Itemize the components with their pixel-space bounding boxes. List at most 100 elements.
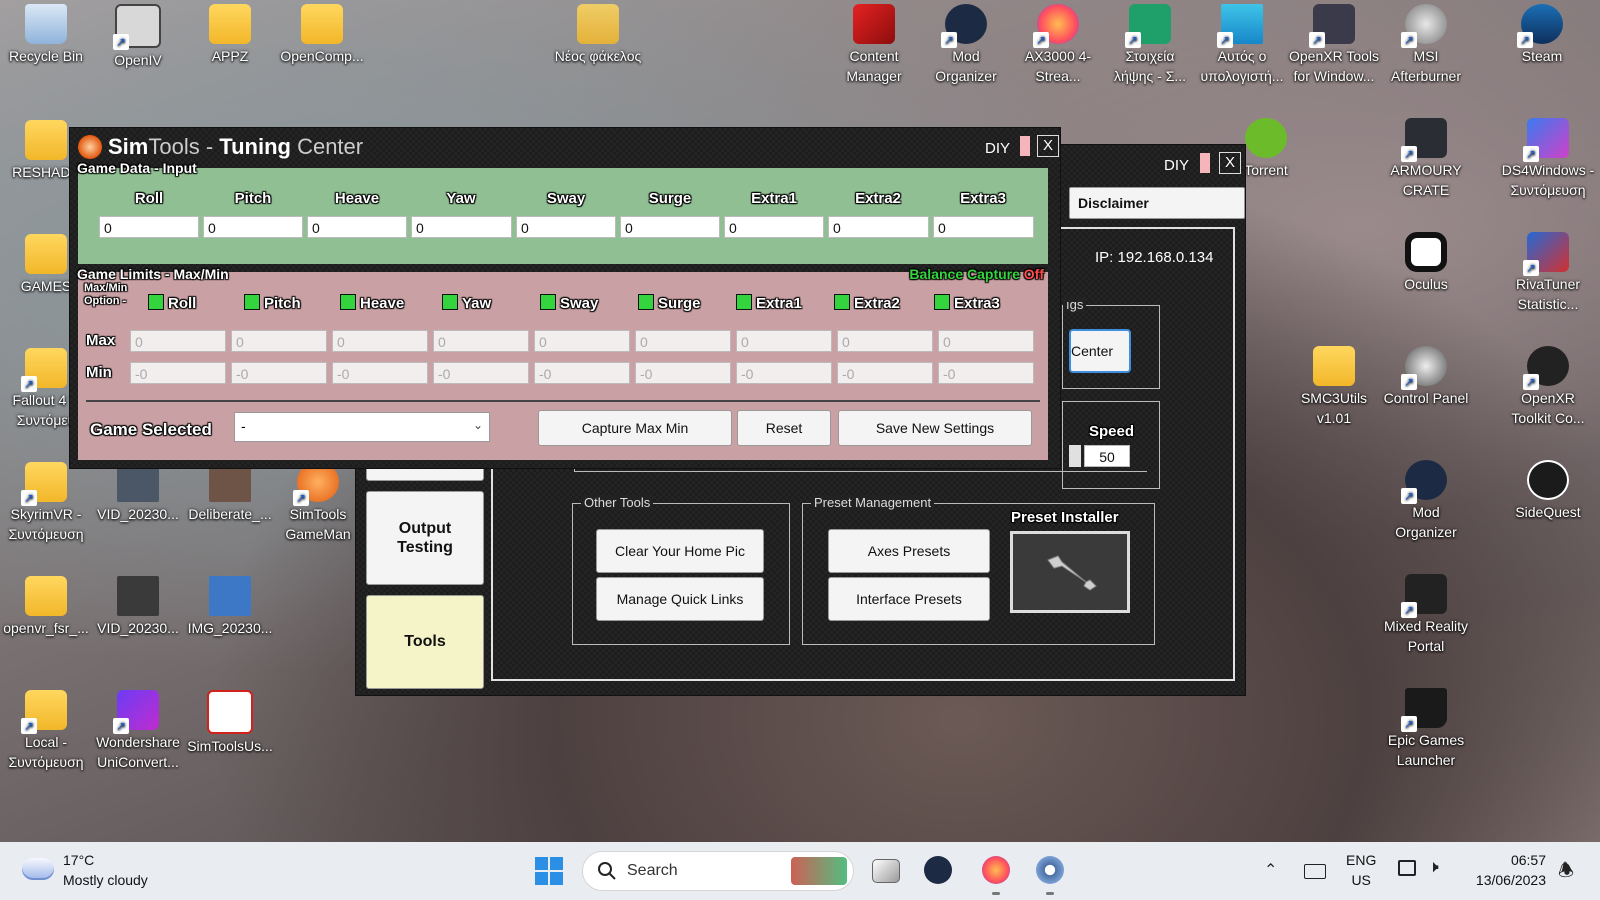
max-extra1[interactable]: 0 [736, 330, 832, 352]
checkbox-box[interactable] [340, 294, 356, 310]
desktop-icon-content-manager[interactable]: Content Manager [828, 4, 920, 86]
checkbox-box[interactable] [148, 294, 164, 310]
capture-max-min-button[interactable]: Capture Max Min [538, 410, 732, 446]
desktop-icon-ax3000[interactable]: AX3000 4-Strea... [1012, 4, 1104, 86]
checkbox-roll[interactable]: Roll [148, 294, 196, 312]
disclaimer-button[interactable]: Disclaimer [1069, 187, 1245, 219]
max-surge[interactable]: 0 [635, 330, 731, 352]
input-yaw[interactable]: 0 [411, 216, 512, 238]
max-sway[interactable]: 0 [534, 330, 630, 352]
checkbox-sway[interactable]: Sway [540, 294, 598, 312]
checkbox-box[interactable] [244, 294, 260, 310]
desktop-icon-oculus[interactable]: Oculus [1380, 232, 1472, 294]
checkbox-box[interactable] [736, 294, 752, 310]
checkbox-box[interactable] [442, 294, 458, 310]
desktop-icon-local[interactable]: Local - Συντόμευση [0, 690, 92, 772]
desktop-icon-openvr-fsr[interactable]: openvr_fsr_... [0, 576, 92, 638]
axes-presets-button[interactable]: Axes Presets [828, 529, 990, 573]
desktop-icon-video1[interactable]: VID_20230... [92, 462, 184, 524]
desktop-icon-skyrimvr[interactable]: SkyrimVR - Συντόμευση [0, 462, 92, 544]
input-extra1[interactable]: 0 [724, 216, 824, 238]
desktop-icon-mixed-reality[interactable]: Mixed Reality Portal [1380, 574, 1472, 656]
min-heave[interactable]: -0 [332, 362, 428, 384]
keyboard-icon[interactable] [1304, 864, 1326, 879]
desktop-icon-simtools-gameman[interactable]: SimTools GameMan [276, 462, 360, 544]
desktop-icon-mod-organizer-2[interactable]: Mod Organizer [1380, 460, 1472, 542]
reset-button[interactable]: Reset [737, 410, 831, 446]
desktop-icon-ds4windows[interactable]: DS4Windows - Συντόμευση [1500, 118, 1596, 200]
search-box[interactable]: Search [582, 851, 854, 891]
desktop-icon-recycle-bin[interactable]: Recycle Bin [0, 4, 92, 66]
min-roll[interactable]: -0 [130, 362, 226, 384]
desktop-icon-openxr-toolkit[interactable]: OpenXR Toolkit Co... [1500, 346, 1596, 428]
desktop-icon-simtools-pdf[interactable]: SimToolsUs... [184, 690, 276, 756]
desktop-icon-appz[interactable]: APPZ [184, 4, 276, 66]
desktop-icon-armoury-crate[interactable]: ARMOURY CRATE [1380, 118, 1472, 200]
max-extra2[interactable]: 0 [837, 330, 933, 352]
desktop-icon-steam[interactable]: Steam [1500, 4, 1584, 66]
balance-capture-status[interactable]: Balance Capture Off [909, 266, 1044, 282]
start-button[interactable] [535, 857, 563, 885]
checkbox-extra2[interactable]: Extra2 [834, 294, 900, 312]
network-icon[interactable] [1398, 860, 1416, 876]
desktop-icon-new-folder[interactable]: Νέος φάκελος [552, 4, 644, 66]
tools-button[interactable]: Tools [366, 595, 484, 689]
close-button[interactable]: X [1037, 135, 1059, 157]
desktop-icon-opencomp[interactable]: OpenComp... [276, 4, 368, 66]
desktop-icon-downloads[interactable]: Στοιχεία λήψης - Σ... [1104, 4, 1196, 86]
desktop-icon-video2[interactable]: VID_20230... [92, 576, 184, 638]
center-button[interactable]: Center [1069, 329, 1131, 373]
desktop-icon-openxr-tools[interactable]: OpenXR Tools for Window... [1288, 4, 1380, 86]
desktop-icon-wondershare[interactable]: Wondershare UniConvert... [92, 690, 184, 772]
min-extra2[interactable]: -0 [837, 362, 933, 384]
desktop-icon-openiv[interactable]: OpenIV [92, 4, 184, 70]
max-heave[interactable]: 0 [332, 330, 428, 352]
preset-installer-button[interactable] [1010, 531, 1130, 613]
input-sway[interactable]: 0 [516, 216, 616, 238]
input-heave[interactable]: 0 [307, 216, 407, 238]
output-testing-button[interactable]: Output Testing [366, 491, 484, 585]
min-extra1[interactable]: -0 [736, 362, 832, 384]
desktop-icon-deliberate[interactable]: Deliberate_... [184, 462, 276, 524]
desktop-icon-smc3utils[interactable]: SMC3Utils v1.01 [1288, 346, 1380, 428]
weather-widget[interactable]: 17°C Mostly cloudy [20, 850, 170, 892]
manage-quick-links-button[interactable]: Manage Quick Links [596, 577, 764, 621]
desktop-icon-msi-afterburner[interactable]: MSI Afterburner [1380, 4, 1472, 86]
min-pitch[interactable]: -0 [231, 362, 327, 384]
max-roll[interactable]: 0 [130, 330, 226, 352]
language-indicator[interactable]: ENG US [1346, 850, 1376, 890]
min-extra3[interactable]: -0 [938, 362, 1034, 384]
checkbox-heave[interactable]: Heave [340, 294, 404, 312]
min-surge[interactable]: -0 [635, 362, 731, 384]
min-sway[interactable]: -0 [534, 362, 630, 384]
checkbox-surge[interactable]: Surge [638, 294, 701, 312]
task-view-icon[interactable] [872, 859, 900, 883]
interface-presets-button[interactable]: Interface Presets [828, 577, 990, 621]
gear-icon[interactable] [1036, 856, 1064, 884]
checkbox-extra3[interactable]: Extra3 [934, 294, 1000, 312]
chevron-up-icon[interactable]: ⌃ [1264, 860, 1277, 880]
min-yaw[interactable]: -0 [433, 362, 529, 384]
checkbox-pitch[interactable]: Pitch [244, 294, 301, 312]
mod-organizer-taskbar-icon[interactable] [924, 856, 952, 884]
checkbox-box[interactable] [540, 294, 556, 310]
clear-home-pic-button[interactable]: Clear Your Home Pic [596, 529, 764, 573]
desktop-icon-rivatuner[interactable]: RivaTuner Statistic... [1500, 232, 1596, 314]
close-button[interactable]: X [1219, 152, 1241, 174]
desktop-icon-this-pc[interactable]: Αυτός ο υπολογιστή... [1196, 4, 1288, 86]
game-select-dropdown[interactable]: - ⌄ [234, 412, 490, 442]
desktop-icon-img[interactable]: IMG_20230... [184, 576, 276, 638]
input-surge[interactable]: 0 [620, 216, 720, 238]
checkbox-box[interactable] [638, 294, 654, 310]
firefox-taskbar-icon[interactable] [982, 856, 1010, 884]
volume-icon[interactable]: 🕨 [1428, 857, 1439, 877]
max-pitch[interactable]: 0 [231, 330, 327, 352]
desktop-icon-sidequest[interactable]: SideQuest [1500, 460, 1596, 522]
checkbox-box[interactable] [934, 294, 950, 310]
clock[interactable]: 06:57 13/06/2023 [1466, 850, 1546, 890]
checkbox-box[interactable] [834, 294, 850, 310]
max-yaw[interactable]: 0 [433, 330, 529, 352]
checkbox-extra1[interactable]: Extra1 [736, 294, 802, 312]
checkbox-yaw[interactable]: Yaw [442, 294, 491, 312]
max-extra3[interactable]: 0 [938, 330, 1034, 352]
